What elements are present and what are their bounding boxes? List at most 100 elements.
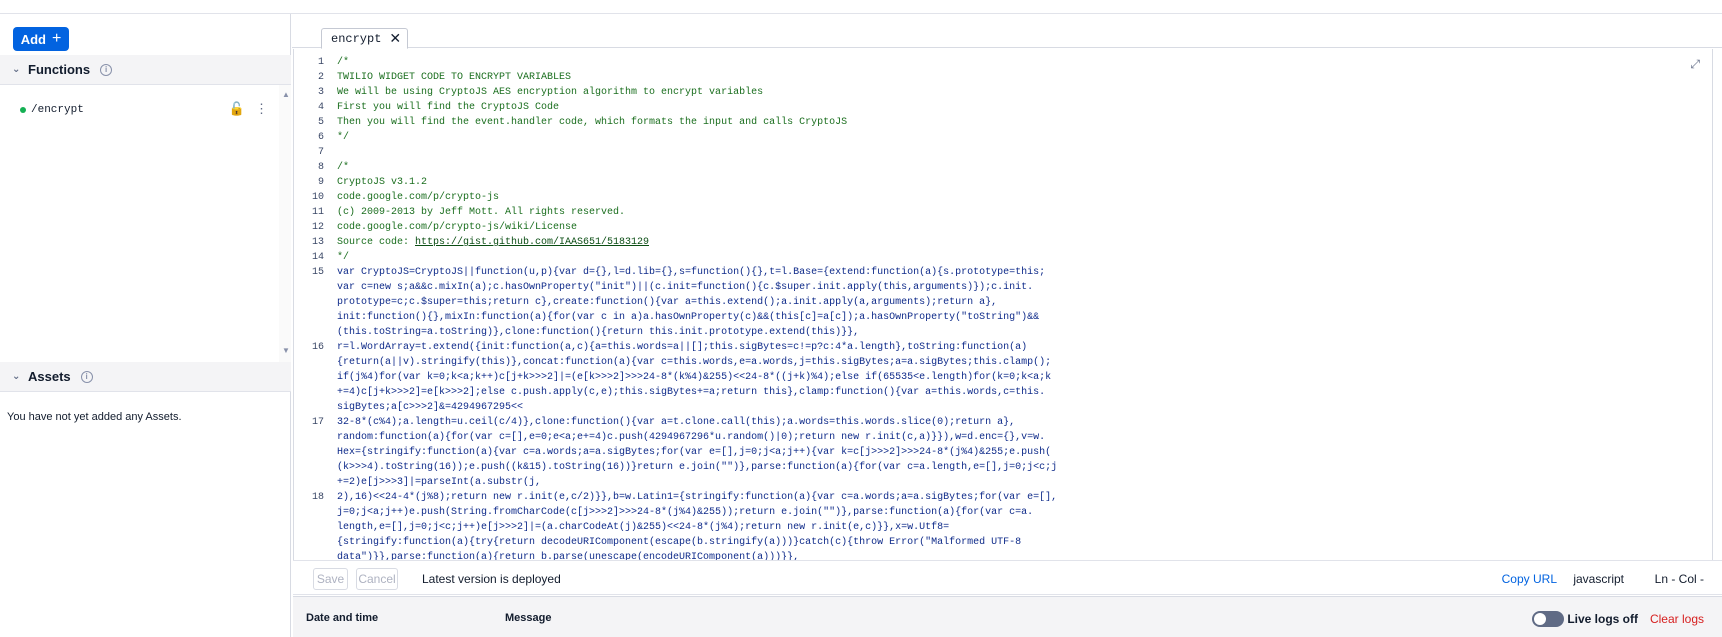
line-segment: CryptoJS v3.1.2 (337, 177, 428, 188)
editor-footer: Save Cancel Latest version is deployed C… (293, 560, 1722, 595)
line-segment: code.google.com/p/crypto-js (337, 192, 500, 203)
scroll-up-icon[interactable]: ▲ (282, 90, 290, 99)
source-code-link[interactable]: https://gist.github.com/IAAS651/5183129 (415, 237, 649, 248)
code-line[interactable]: 17 32-8*(c%4);a.length=u.ceil(c/4)},clone… (294, 415, 1704, 490)
line-segment: {stringify:function(a){try{return decode… (337, 537, 1022, 548)
line-segment: Hex={stringify:function(a){var c=a.words… (337, 447, 1052, 458)
line-text: */ (326, 130, 349, 145)
line-text: 2),16)<<24-4*(j%8);return new r.init(e,c… (326, 490, 1057, 560)
code-content[interactable]: 1 /* 2 TWILIO WIDGET CODE TO ENCRYPT VARIAB… (294, 55, 1704, 560)
code-line[interactable]: 6 */ (294, 130, 1704, 145)
line-number: 17 (311, 417, 324, 428)
code-line[interactable]: 5 Then you will find the event.handler co… (294, 115, 1704, 130)
code-editor[interactable]: ⤢ 1/* 2 TWILIO WIDGET CODE TO ENCRYPT VARI… (293, 49, 1713, 560)
line-text: */ (326, 250, 349, 265)
line-number: 13 (311, 237, 324, 248)
code-line[interactable]: 11 (c) 2009-2013 by Jeff Mott. All rights… (294, 205, 1704, 220)
assets-section-header[interactable]: ⌄ Assets i (0, 362, 291, 392)
line-segment: Then you will find the event.handler cod… (337, 117, 848, 128)
live-logs-toggle[interactable] (1532, 611, 1564, 627)
line-segment: if(j%4)for(var k=0;k<a;k++)c[j+k>>>2]|=(… (337, 372, 1052, 383)
line-text: /* (326, 55, 349, 70)
language-mode[interactable]: javascript (1573, 572, 1624, 586)
code-line[interactable]: 13 Source code: https://gist.github.com/I… (294, 235, 1704, 250)
line-segment: r=l.WordArray=t.extend({init:function(a,… (337, 342, 1028, 353)
code-line[interactable]: 18 2),16)<<24-4*(j%8);return new r.init(e… (294, 490, 1704, 560)
line-text: (c) 2009-2013 by Jeff Mott. All rights r… (326, 205, 625, 220)
line-text: Source code: https://gist.github.com/IAA… (326, 235, 649, 250)
assets-title: Assets (28, 369, 71, 384)
line-number: 6 (317, 132, 324, 143)
code-line[interactable]: 3 We will be using CryptoJS AES encryptio… (294, 85, 1704, 100)
info-icon[interactable]: i (100, 63, 113, 76)
logs-col-date: Date and time (306, 612, 379, 624)
line-segment: (this.toString=a.toString)},clone:functi… (337, 327, 860, 338)
functions-section-header[interactable]: ⌄ Functions i (0, 55, 291, 85)
functions-scrollbar[interactable] (279, 85, 291, 374)
close-icon[interactable]: ✕ (389, 30, 401, 47)
line-number: 1 (317, 57, 324, 68)
code-line[interactable]: 14 */ (294, 250, 1704, 265)
line-segment: code.google.com/p/crypto-js/wiki/License (337, 222, 578, 233)
line-segment: First you will find the CryptoJS Code (337, 102, 560, 113)
line-segment: 2),16)<<24-4*(j%8);return new r.init(e,c… (337, 492, 1058, 503)
code-line[interactable]: 15 var CryptoJS=CryptoJS||function(u,p){v… (294, 265, 1704, 340)
line-text: TWILIO WIDGET CODE TO ENCRYPT VARIABLES (326, 70, 571, 85)
visibility-lock-icon[interactable]: 🔓 (229, 102, 245, 117)
scroll-down-icon[interactable]: ▼ (282, 346, 290, 355)
tab-encrypt[interactable]: encrypt ✕ (321, 28, 408, 49)
chevron-down-icon: ⌄ (12, 371, 21, 382)
line-segment: var CryptoJS=CryptoJS||function(u,p){var… (337, 267, 1046, 278)
more-options-icon[interactable]: ⋮ (255, 102, 268, 117)
cursor-position: Ln - Col - (1654, 572, 1704, 586)
line-segment: Source code: https://gist.github.com/IAA… (337, 237, 650, 248)
line-segment: We will be using CryptoJS AES encryption… (337, 87, 764, 98)
editor-tab-bar: encrypt ✕ (292, 14, 1722, 49)
code-line[interactable]: 2 TWILIO WIDGET CODE TO ENCRYPT VARIABLES (294, 70, 1704, 85)
clear-logs-button[interactable]: Clear logs (1650, 612, 1704, 626)
add-button[interactable]: Add + (13, 27, 69, 51)
line-text: code.google.com/p/crypto-js (326, 190, 499, 205)
line-number: 15 (311, 267, 324, 278)
line-segment: */ (337, 252, 350, 263)
code-line[interactable]: 16 r=l.WordArray=t.extend({init:function(… (294, 340, 1704, 415)
code-line[interactable]: 7 (294, 145, 1704, 160)
add-label: Add (20, 31, 46, 47)
chevron-down-icon: ⌄ (12, 64, 21, 75)
line-segment: j=0;j<a;j++)e.push(String.fromCharCode(c… (337, 507, 1034, 518)
line-text: 32-8*(c%4);a.length=u.ceil(c/4)},clone:f… (326, 415, 1057, 490)
copy-url-link[interactable]: Copy URL (1502, 572, 1557, 586)
code-line[interactable]: 8 /* (294, 160, 1704, 175)
line-number: 8 (317, 162, 324, 173)
sidebar: Add + ⌄ Functions i /encrypt 🔓 ⋮ ▲ ▼ ⌄ A… (0, 14, 291, 637)
info-icon[interactable]: i (80, 370, 93, 383)
line-segment: TWILIO WIDGET CODE TO ENCRYPT VARIABLES (337, 72, 572, 83)
code-line[interactable]: 1 /* (294, 55, 1704, 70)
line-segment: length,e=[],j=0;j<c;j++)e[j>>>2]|=(a.cha… (337, 522, 950, 533)
code-line[interactable]: 4 First you will find the CryptoJS Code (294, 100, 1704, 115)
line-segment: var c=new s;a&&c.mixIn(a);c.hasOwnProper… (337, 282, 1034, 293)
line-number: 5 (317, 117, 324, 128)
code-line[interactable]: 10 code.google.com/p/crypto-js (294, 190, 1704, 205)
line-text: var CryptoJS=CryptoJS||function(u,p){var… (326, 265, 1045, 340)
function-item-encrypt[interactable]: /encrypt 🔓 ⋮ (0, 98, 280, 122)
code-line[interactable]: 9 CryptoJS v3.1.2 (294, 175, 1704, 190)
line-segment: +=4)c[j+k>>>2]=e[k>>>2];else c.push.appl… (337, 387, 1046, 398)
line-segment: prototype=c;c.$super=this;return c},crea… (337, 297, 998, 308)
line-segment: +=2)e[j>>>3]|=parseInt(a.substr(j, (337, 477, 542, 488)
line-number: 14 (311, 252, 324, 263)
line-segment: data")}},parse:function(a){return b.pars… (337, 552, 800, 560)
save-button[interactable]: Save (313, 568, 348, 590)
logs-col-message: Message (505, 612, 552, 624)
line-segment: init:function(){},mixIn:function(a){for(… (337, 312, 1040, 323)
line-text: /* (326, 160, 349, 175)
line-segment: sigBytes;a[c>>>2]&=4294967295<< (337, 402, 524, 413)
top-bar (0, 0, 1722, 14)
tab-label: encrypt (331, 31, 382, 46)
line-number: 7 (317, 147, 324, 158)
line-text: Then you will find the event.handler cod… (326, 115, 847, 130)
cancel-button[interactable]: Cancel (356, 568, 398, 590)
line-number: 2 (317, 72, 324, 83)
line-number: 12 (311, 222, 324, 233)
code-line[interactable]: 12 code.google.com/p/crypto-js/wiki/Licen… (294, 220, 1704, 235)
